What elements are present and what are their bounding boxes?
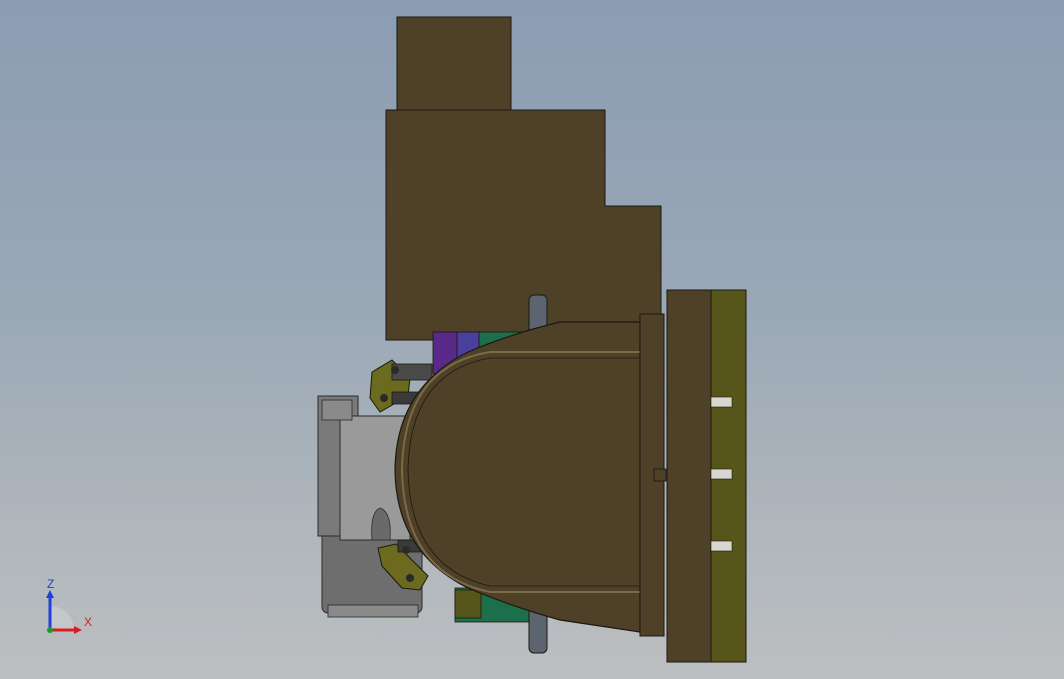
base-slot-2 bbox=[710, 468, 733, 480]
x-axis-head bbox=[74, 626, 82, 634]
base-slot-1 bbox=[710, 396, 733, 408]
x-axis-label: X bbox=[84, 615, 92, 629]
mounting-plate bbox=[666, 289, 712, 663]
fixture-assembly[interactable] bbox=[317, 16, 747, 663]
top-block bbox=[396, 16, 512, 111]
triad-origin bbox=[47, 627, 53, 633]
view-orientation-triad: Z X bbox=[46, 578, 92, 634]
throttle-body-cap bbox=[321, 399, 353, 421]
z-axis-head bbox=[46, 590, 54, 598]
throttle-body-base bbox=[327, 604, 419, 618]
cad-viewport[interactable] bbox=[0, 0, 1064, 679]
triad-quadrant bbox=[50, 606, 74, 630]
olive-block-bottom bbox=[454, 589, 482, 619]
z-axis-label: Z bbox=[47, 578, 54, 591]
base-slot-3 bbox=[710, 540, 733, 552]
main-housing bbox=[385, 109, 662, 341]
plate-key bbox=[653, 468, 667, 482]
